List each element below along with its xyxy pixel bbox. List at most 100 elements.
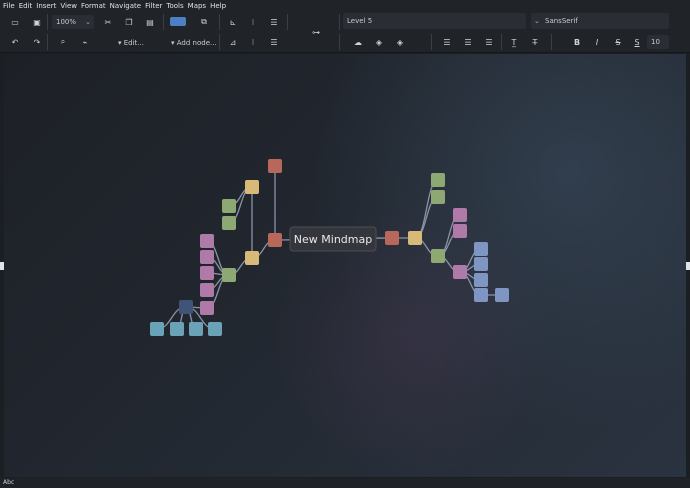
color-icon[interactable]: ◈ — [372, 36, 386, 48]
menu-edit[interactable]: Edit — [17, 0, 35, 12]
cut-icon[interactable]: ✂ — [101, 16, 115, 28]
mindmap-node[interactable] — [170, 322, 184, 336]
layout-icon[interactable]: ⁝ — [246, 16, 260, 28]
layout-icon[interactable]: ☰ — [267, 16, 281, 28]
mindmap-node[interactable] — [222, 216, 236, 230]
font-select-value: SansSerif — [545, 17, 578, 25]
mindmap-node[interactable] — [453, 265, 467, 279]
undo-icon[interactable]: ↶ — [8, 36, 22, 48]
mindmap-node[interactable] — [431, 190, 445, 204]
menu-tools[interactable]: Tools — [164, 0, 185, 12]
menu-filter[interactable]: Filter — [143, 0, 164, 12]
font-size-field[interactable]: 10 — [647, 35, 669, 49]
layout-icon[interactable]: ⁝ — [246, 36, 260, 48]
add-node-button-label: Add node... — [176, 39, 217, 47]
menu-navigate[interactable]: Navigate — [108, 0, 143, 12]
cloud-icon[interactable]: ☁ — [351, 36, 365, 48]
menu-maps[interactable]: Maps — [186, 0, 208, 12]
bold-button[interactable]: B — [570, 36, 584, 48]
mindmap-node[interactable] — [189, 322, 203, 336]
layout-icon[interactable]: ⊿ — [226, 36, 240, 48]
menubar: File Edit Insert View Format Navigate Filter To… — [0, 0, 690, 12]
toolbar-separator — [339, 14, 340, 30]
status-text: Abc — [3, 479, 15, 486]
text-color-icon[interactable]: T̶ — [528, 36, 542, 48]
strikethrough-button[interactable]: S — [611, 36, 625, 48]
mindmap-node[interactable] — [268, 159, 282, 173]
menu-insert[interactable]: Insert — [34, 0, 58, 12]
mindmap-node[interactable] — [200, 266, 214, 280]
underline-button[interactable]: S — [630, 36, 644, 48]
toolbar-separator — [501, 34, 502, 50]
right-panel-handle[interactable] — [686, 262, 690, 270]
folder-open-icon[interactable]: ▭ — [8, 16, 22, 28]
menu-view[interactable]: View — [58, 0, 79, 12]
redo-icon[interactable]: ↷ — [30, 36, 44, 48]
add-child-icon[interactable]: ⧉ — [197, 16, 211, 28]
mindmap-node[interactable] — [245, 180, 259, 194]
toolbar-separator — [47, 14, 48, 30]
mindmap-node[interactable] — [431, 249, 445, 263]
node-icon[interactable] — [170, 17, 186, 26]
italic-label: I — [595, 37, 599, 47]
level-field[interactable]: Level 5 — [343, 13, 526, 29]
toolbar-separator — [287, 14, 288, 30]
menu-format[interactable]: Format — [79, 0, 108, 12]
strikethrough-label: S — [615, 37, 621, 47]
left-panel-handle[interactable] — [0, 262, 4, 270]
zoom-select[interactable]: 100% ⌄ — [52, 15, 94, 29]
wand-icon[interactable]: ⌁ — [78, 36, 92, 48]
font-select[interactable]: ⌄ SansSerif — [531, 13, 669, 29]
search-icon[interactable]: ⌕ — [56, 36, 70, 48]
mindmap-node[interactable] — [474, 242, 488, 256]
align-center-icon[interactable]: ☰ — [461, 36, 475, 48]
mindmap-svg[interactable]: New Mindmap — [4, 54, 686, 477]
paste-icon[interactable]: ▤ — [143, 16, 157, 28]
mindmap-node[interactable] — [200, 283, 214, 297]
mindmap-node[interactable] — [474, 288, 488, 302]
mindmap-canvas[interactable]: New Mindmap — [4, 54, 686, 477]
mindmap-node[interactable] — [222, 199, 236, 213]
mindmap-node[interactable] — [495, 288, 509, 302]
copy-icon[interactable]: ❐ — [122, 16, 136, 28]
mindmap-node[interactable] — [268, 233, 282, 247]
menu-help[interactable]: Help — [208, 0, 228, 12]
text-underline-icon[interactable]: T̲ — [507, 36, 521, 48]
mindmap-node[interactable] — [200, 301, 214, 315]
chevron-down-icon: ⌄ — [85, 18, 91, 26]
mindmap-node[interactable] — [474, 257, 488, 271]
mindmap-node[interactable] — [179, 300, 193, 314]
mindmap-node[interactable] — [431, 173, 445, 187]
central-topic[interactable]: New Mindmap — [289, 226, 377, 252]
align-right-icon[interactable]: ☰ — [482, 36, 496, 48]
italic-button[interactable]: I — [590, 36, 604, 48]
save-icon[interactable]: ▣ — [30, 16, 44, 28]
underline-label: S — [634, 37, 640, 47]
menu-file[interactable]: File — [0, 0, 17, 12]
add-node-button[interactable]: ▾ Add node... — [171, 37, 217, 49]
mindmap-node[interactable] — [208, 322, 222, 336]
mindmap-node[interactable] — [150, 322, 164, 336]
mindmap-node[interactable] — [408, 231, 422, 245]
level-field-value: Level 5 — [347, 17, 373, 25]
toolbar-separator — [431, 34, 432, 50]
color-icon[interactable]: ◈ — [393, 36, 407, 48]
chevron-down-icon: ⌄ — [534, 17, 540, 25]
mindmap-node[interactable] — [245, 251, 259, 265]
mindmap-node[interactable] — [200, 250, 214, 264]
edit-button[interactable]: ▾ Edit... — [118, 37, 144, 49]
mindmap-node[interactable] — [453, 224, 467, 238]
mindmap-node[interactable] — [474, 273, 488, 287]
edit-button-label: Edit... — [123, 39, 144, 47]
toolbar-separator — [163, 14, 164, 30]
cloud-icon[interactable]: ⊶ — [307, 26, 325, 38]
mindmap-node[interactable] — [453, 208, 467, 222]
connector-line — [414, 179, 439, 239]
mindmap-node[interactable] — [200, 234, 214, 248]
mindmap-node[interactable] — [385, 231, 399, 245]
align-left-icon[interactable]: ☰ — [440, 36, 454, 48]
mindmap-node[interactable] — [222, 268, 236, 282]
layout-icon[interactable]: ☰ — [267, 36, 281, 48]
toolbar-separator — [339, 34, 340, 50]
layout-icon[interactable]: ⊾ — [226, 16, 240, 28]
